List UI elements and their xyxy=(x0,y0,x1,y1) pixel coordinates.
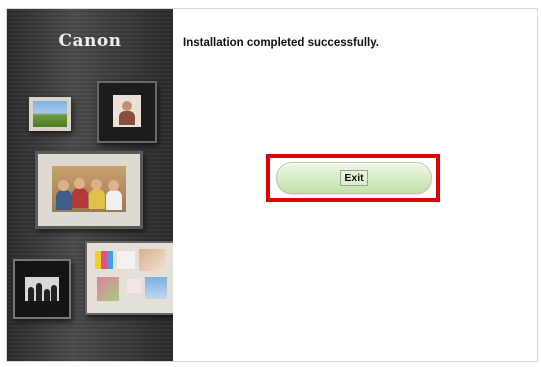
collage-tile xyxy=(117,251,135,269)
landscape-photo-frame xyxy=(29,97,71,131)
portrait-photo-frame xyxy=(97,81,157,143)
main-content: Installation completed successfully. Exi… xyxy=(173,9,537,361)
exit-button[interactable]: Exit xyxy=(276,162,432,194)
sidebar-banner: Canon xyxy=(7,9,173,361)
collage-tile xyxy=(127,279,141,293)
collage-photo-frame xyxy=(85,241,173,315)
collage-tile xyxy=(95,251,113,269)
exit-button-highlight: Exit xyxy=(266,154,440,202)
status-message: Installation completed successfully. xyxy=(183,37,379,49)
group-photo-frame xyxy=(35,151,143,229)
bw-family-photo-frame xyxy=(13,259,71,319)
landscape-photo xyxy=(33,101,67,127)
exit-button-label: Exit xyxy=(340,170,368,186)
canon-logo: Canon xyxy=(58,31,122,51)
collage-tile xyxy=(145,277,167,299)
portrait-photo xyxy=(113,95,141,127)
collage-tile xyxy=(139,249,165,271)
bw-family-photo xyxy=(25,277,59,301)
group-photo xyxy=(52,166,126,212)
installer-window: Canon Installation completed successfull… xyxy=(6,8,538,362)
collage-tile xyxy=(97,277,119,301)
